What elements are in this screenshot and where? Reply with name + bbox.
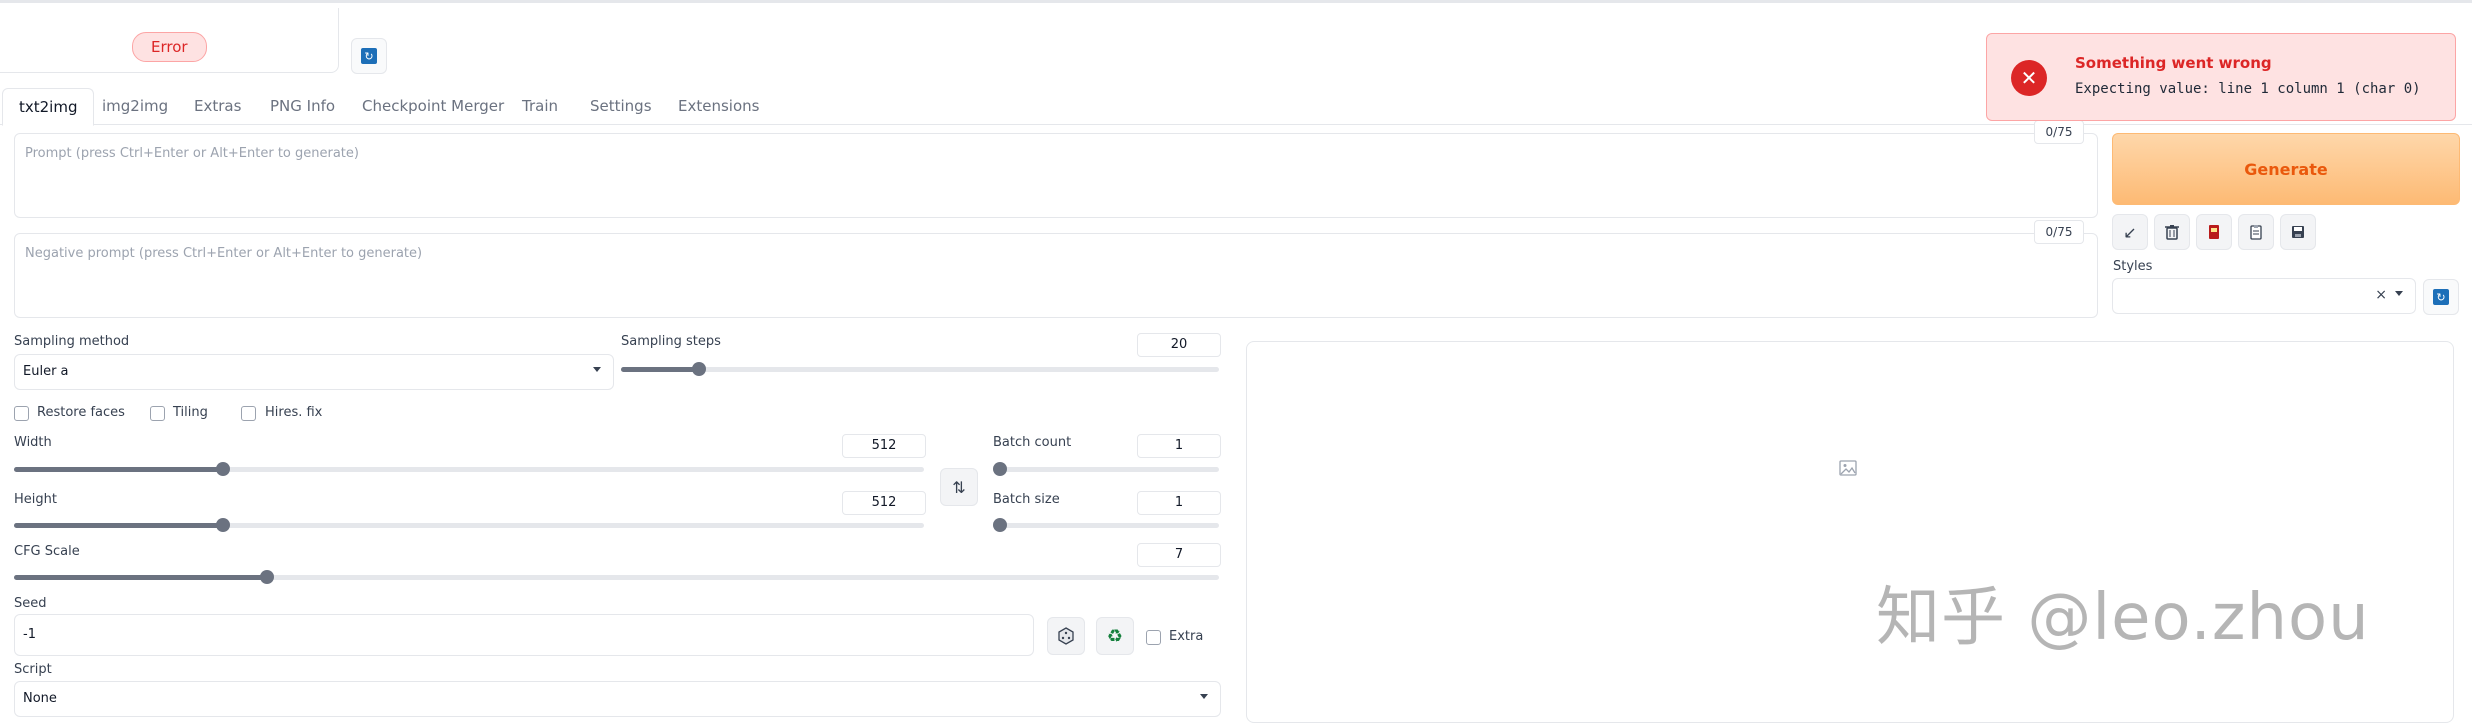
- swap-dimensions-button[interactable]: ⇅: [940, 468, 978, 506]
- slider-thumb[interactable]: [260, 570, 275, 584]
- save-icon: [2292, 226, 2304, 238]
- tab-settings[interactable]: Settings: [574, 88, 668, 124]
- width-label: Width: [14, 435, 52, 450]
- clipboard-icon: [2250, 225, 2262, 240]
- script-value: None: [23, 691, 57, 706]
- tiling-label: Tiling: [173, 405, 208, 420]
- random-seed-button[interactable]: [1047, 617, 1085, 655]
- negative-prompt-token-counter: 0/75: [2034, 220, 2084, 244]
- batch-size-label: Batch size: [993, 492, 1060, 507]
- generate-button[interactable]: Generate: [2112, 133, 2460, 205]
- chevron-down-icon: [593, 367, 601, 372]
- hires-fix-label: Hires. fix: [265, 405, 323, 420]
- tab-extensions[interactable]: Extensions: [662, 88, 775, 124]
- tiling-checkbox[interactable]: [150, 406, 165, 421]
- show-extra-networks-button[interactable]: [2196, 214, 2232, 250]
- toast-message: Expecting value: line 1 column 1 (char 0…: [2075, 81, 2421, 97]
- tab-train[interactable]: Train: [506, 88, 574, 124]
- error-status-badge: Error: [132, 32, 207, 62]
- slider-thumb[interactable]: [691, 362, 706, 376]
- height-label: Height: [14, 492, 57, 507]
- swap-arrows-icon: ⇅: [952, 477, 966, 497]
- height-input[interactable]: 512: [842, 491, 926, 515]
- slider-thumb[interactable]: [216, 462, 231, 476]
- seed-label: Seed: [14, 596, 47, 611]
- image-placeholder-icon: [1839, 460, 1857, 476]
- output-gallery: [1246, 341, 2454, 723]
- refresh-model-button[interactable]: ↻: [351, 38, 387, 74]
- slider-thumb[interactable]: [993, 518, 1007, 532]
- trash-icon: [2165, 225, 2179, 240]
- tab-extras[interactable]: Extras: [178, 88, 257, 124]
- script-label: Script: [14, 662, 52, 677]
- batch-size-slider[interactable]: [993, 518, 1219, 532]
- tab-img2img[interactable]: img2img: [86, 88, 184, 124]
- save-style-button[interactable]: [2280, 214, 2316, 250]
- sampling-steps-label: Sampling steps: [621, 334, 721, 349]
- extra-seed-checkbox[interactable]: [1146, 630, 1161, 645]
- apply-style-button[interactable]: [2238, 214, 2274, 250]
- script-dropdown[interactable]: None: [14, 681, 1221, 717]
- error-icon: ✕: [2011, 60, 2047, 96]
- styles-dropdown[interactable]: ×: [2112, 278, 2416, 314]
- cfg-scale-input[interactable]: 7: [1137, 543, 1221, 567]
- watermark-text: 知乎 @leo.zhou: [1876, 581, 2370, 655]
- batch-size-input[interactable]: 1: [1137, 491, 1221, 515]
- sampling-method-value: Euler a: [23, 364, 69, 379]
- toast-title: Something went wrong: [2075, 54, 2272, 72]
- top-border: [0, 0, 2472, 3]
- slider-fill: [14, 467, 224, 472]
- negative-prompt-textarea[interactable]: Negative prompt (press Ctrl+Enter or Alt…: [14, 233, 2098, 318]
- sampling-method-label: Sampling method: [14, 334, 130, 349]
- clear-styles-icon[interactable]: ×: [2375, 287, 2387, 303]
- height-slider[interactable]: [14, 518, 924, 532]
- arrow-diagonal-icon: ↙: [2123, 222, 2137, 242]
- cfg-scale-label: CFG Scale: [14, 544, 80, 559]
- chevron-down-icon: [2395, 291, 2403, 296]
- slider-fill: [621, 367, 699, 372]
- refresh-styles-button[interactable]: ↻: [2423, 279, 2459, 315]
- reuse-seed-button[interactable]: ♻: [1096, 617, 1134, 655]
- error-toast: ✕ Something went wrong Expecting value: …: [1986, 33, 2456, 121]
- cfg-scale-slider[interactable]: [14, 570, 1219, 584]
- batch-count-label: Batch count: [993, 435, 1072, 450]
- prompt-placeholder: Prompt (press Ctrl+Enter or Alt+Enter to…: [25, 146, 359, 161]
- model-selector-box: Error: [0, 8, 339, 73]
- slider-thumb[interactable]: [216, 518, 231, 532]
- seed-value: -1: [23, 627, 36, 642]
- batch-count-input[interactable]: 1: [1137, 434, 1221, 458]
- batch-count-slider[interactable]: [993, 462, 1219, 476]
- slider-fill: [14, 523, 224, 528]
- restore-faces-label: Restore faces: [37, 405, 125, 420]
- refresh-icon: ↻: [2433, 289, 2449, 305]
- read-generation-params-button[interactable]: ↙: [2112, 214, 2148, 250]
- tab-checkpoint-merger[interactable]: Checkpoint Merger: [346, 88, 520, 124]
- prompt-textarea[interactable]: Prompt (press Ctrl+Enter or Alt+Enter to…: [14, 133, 2098, 218]
- sampling-steps-slider[interactable]: [621, 362, 1219, 376]
- seed-input[interactable]: -1: [14, 614, 1034, 656]
- prompt-token-counter: 0/75: [2034, 120, 2084, 144]
- width-input[interactable]: 512: [842, 434, 926, 458]
- dice-icon: [1058, 627, 1074, 645]
- slider-thumb[interactable]: [993, 462, 1007, 476]
- extra-seed-label: Extra: [1169, 629, 1204, 644]
- red-book-icon: [2209, 225, 2219, 239]
- width-slider[interactable]: [14, 462, 924, 476]
- negative-prompt-placeholder: Negative prompt (press Ctrl+Enter or Alt…: [25, 246, 423, 261]
- refresh-icon: ↻: [361, 48, 377, 64]
- tab-png-info[interactable]: PNG Info: [254, 88, 351, 124]
- recycle-icon: ♻: [1106, 625, 1124, 647]
- styles-label: Styles: [2113, 259, 2153, 274]
- tab-txt2img[interactable]: txt2img: [2, 88, 95, 126]
- slider-fill: [14, 575, 268, 580]
- sampling-steps-input[interactable]: 20: [1137, 333, 1221, 357]
- clear-prompt-button[interactable]: [2154, 214, 2190, 250]
- restore-faces-checkbox[interactable]: [14, 406, 29, 421]
- chevron-down-icon: [1200, 694, 1208, 699]
- hires-fix-checkbox[interactable]: [241, 406, 256, 421]
- sampling-method-dropdown[interactable]: Euler a: [14, 354, 614, 390]
